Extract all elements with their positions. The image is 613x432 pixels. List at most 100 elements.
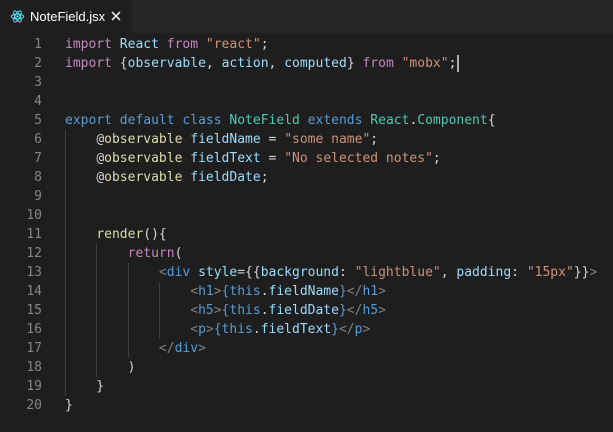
code-token: padding xyxy=(456,265,512,280)
code-token: </ xyxy=(338,322,355,337)
code-text: ) xyxy=(65,358,136,377)
code-token: "mobx" xyxy=(401,56,449,71)
code-token: Component xyxy=(417,113,488,128)
code-token: { xyxy=(487,113,496,128)
line-number: 6 xyxy=(34,132,42,147)
code-text: import React from "react"; xyxy=(65,35,269,54)
indent-guide xyxy=(96,244,97,377)
code-token: } xyxy=(331,322,339,337)
code-token: return xyxy=(127,246,175,261)
code-token: } xyxy=(338,284,347,299)
code-line: 6 @observable fieldName = "some name"; xyxy=(0,130,613,149)
code-token: action xyxy=(221,56,269,71)
code-token: } xyxy=(346,56,363,71)
code-token: export xyxy=(65,113,112,128)
code-line: 10 xyxy=(0,206,613,225)
tab-notefield[interactable]: NoteField.jsx xyxy=(0,0,131,33)
code-token: . xyxy=(260,284,269,299)
code-line: 15 <h5>{this.fieldDate}</h5> xyxy=(0,301,613,320)
code-token: h1 xyxy=(362,284,379,299)
code-editor[interactable]: 1 import React from "react"; 2 import {obse… xyxy=(0,33,613,432)
code-token: React xyxy=(119,37,159,52)
code-line: 14 <h1>{this.fieldName}</h1> xyxy=(0,282,613,301)
code-text: <p>{this.fieldText}</p> xyxy=(65,320,370,339)
code-token: < xyxy=(158,265,167,280)
code-token: < xyxy=(190,303,199,318)
code-line: 1 import React from "react"; xyxy=(0,35,613,54)
code-token: { xyxy=(213,322,222,337)
code-text: <h5>{this.fieldDate}</h5> xyxy=(65,301,386,320)
code-token: import xyxy=(65,56,112,71)
code-token: = xyxy=(260,151,285,166)
code-token: > xyxy=(213,303,222,318)
code-token: @ xyxy=(96,132,105,147)
code-token: div xyxy=(174,341,199,356)
code-token: > xyxy=(213,284,222,299)
code-text: @observable fieldText = "No selected not… xyxy=(65,149,441,168)
code-line: 9 xyxy=(0,187,613,206)
code-token: > xyxy=(378,284,386,299)
code-token: h5 xyxy=(198,303,214,318)
code-text: <div style={{background: "lightblue", pa… xyxy=(65,263,597,282)
code-token: ) xyxy=(65,360,136,375)
line-number: 9 xyxy=(34,189,42,204)
code-token: } xyxy=(65,398,73,413)
code-text: <h1>{this.fieldName}</h1> xyxy=(65,282,386,301)
code-token: , xyxy=(205,56,222,71)
line-number: 17 xyxy=(26,341,42,356)
line-number: 12 xyxy=(26,246,42,261)
code-token: < xyxy=(190,284,199,299)
code-token: @ xyxy=(96,170,105,185)
close-icon[interactable] xyxy=(110,10,122,22)
code-text: render(){ xyxy=(65,225,166,244)
code-token: background xyxy=(260,265,339,280)
code-token: extends xyxy=(307,113,363,128)
code-line: 11 render(){ xyxy=(0,225,613,244)
code-line: 20} xyxy=(0,396,613,415)
code-token: > xyxy=(362,322,371,337)
code-token: "some name" xyxy=(284,132,371,147)
code-line: 2 import {observable, action, computed} f… xyxy=(0,54,613,73)
code-token: from xyxy=(166,37,199,52)
text-cursor xyxy=(457,55,459,72)
line-number: 7 xyxy=(34,151,42,166)
code-line: 4 xyxy=(0,92,613,111)
code-line: 18 ) xyxy=(0,358,613,377)
line-number: 3 xyxy=(34,75,42,90)
code-token: > xyxy=(378,303,386,318)
code-token: h5 xyxy=(362,303,379,318)
code-token: ={{ xyxy=(237,265,261,280)
code-text: import {observable, action, computed} fr… xyxy=(65,54,456,73)
tab-bar: NoteField.jsx xyxy=(0,0,613,33)
code-token: ; xyxy=(432,151,441,166)
code-token: observable xyxy=(104,170,183,185)
indent-guide xyxy=(159,282,160,339)
code-line: 7 @observable fieldText = "No selected n… xyxy=(0,149,613,168)
code-text: return( xyxy=(65,244,183,263)
code-token: import xyxy=(65,37,112,52)
code-token: : xyxy=(511,265,527,280)
indent-guide xyxy=(65,130,66,396)
code-token: @ xyxy=(96,151,105,166)
line-number: 4 xyxy=(34,94,42,109)
code-token: { xyxy=(111,56,128,71)
code-token: observable xyxy=(104,151,183,166)
indent-guide xyxy=(128,263,129,358)
code-token: "react" xyxy=(205,37,261,52)
code-token: from xyxy=(362,56,394,71)
code-token: style xyxy=(198,265,238,280)
code-token: observable xyxy=(127,56,206,71)
code-line: 13 <div style={{background: "lightblue",… xyxy=(0,263,613,282)
line-number: 14 xyxy=(26,284,42,299)
code-token: p xyxy=(198,322,206,337)
code-token: > xyxy=(589,265,598,280)
code-token: = xyxy=(260,132,285,147)
code-token: fieldDate xyxy=(268,303,339,318)
code-token: < xyxy=(190,322,199,337)
code-token: observable xyxy=(104,132,183,147)
